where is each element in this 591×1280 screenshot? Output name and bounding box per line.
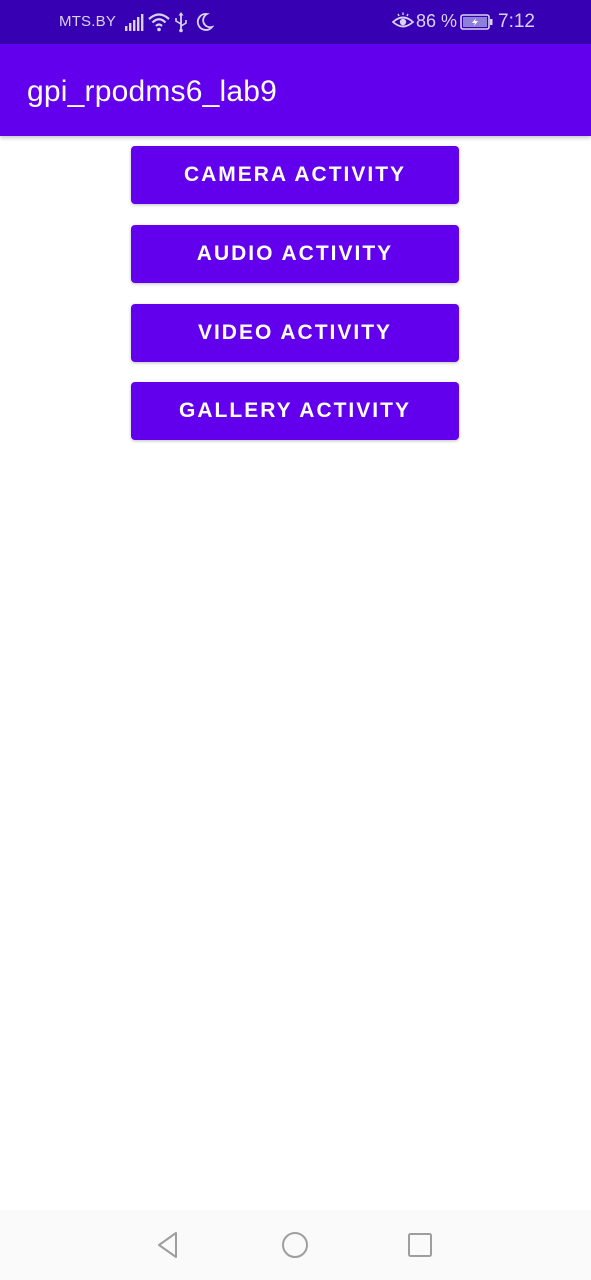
carrier-name: MTS.BY [59, 13, 117, 30]
video-activity-button[interactable]: VIDEO ACTIVITY [131, 304, 459, 362]
back-icon[interactable] [153, 1229, 185, 1261]
battery-charging-icon [460, 14, 493, 30]
status-bar: MTS.BY 86 % 7:12 [0, 0, 591, 44]
navigation-bar [0, 1210, 591, 1280]
app-bar: gpi_rpodms6_lab9 [0, 44, 591, 136]
battery-percent: 86 % [416, 11, 458, 31]
usb-icon [175, 12, 187, 33]
clock: 7:12 [498, 11, 535, 32]
home-icon[interactable] [279, 1229, 311, 1261]
app-title: gpi_rpodms6_lab9 [27, 75, 278, 108]
do-not-disturb-moon-icon [196, 13, 214, 31]
eye-comfort-icon [392, 12, 414, 28]
camera-activity-button[interactable]: CAMERA ACTIVITY [131, 146, 459, 204]
signal-icon [125, 14, 144, 31]
wifi-icon [148, 13, 170, 32]
gallery-activity-button[interactable]: GALLERY ACTIVITY [131, 382, 459, 440]
recents-icon[interactable] [404, 1229, 436, 1261]
audio-activity-button[interactable]: AUDIO ACTIVITY [131, 225, 459, 283]
